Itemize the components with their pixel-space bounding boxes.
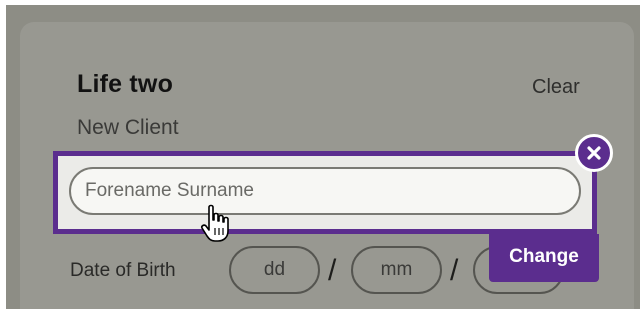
- change-button[interactable]: Change: [489, 234, 599, 282]
- close-icon: [587, 146, 601, 160]
- name-input[interactable]: [69, 167, 581, 215]
- dob-label: Date of Birth: [70, 260, 176, 281]
- dob-day-field[interactable]: dd: [229, 246, 320, 294]
- hand-pointer-icon: [201, 204, 229, 242]
- dob-month-field[interactable]: mm: [351, 246, 442, 294]
- clear-link[interactable]: Clear: [532, 76, 580, 99]
- name-edit-popup: [53, 151, 597, 234]
- card-title: Life two: [77, 70, 174, 98]
- close-popup-button[interactable]: [575, 134, 613, 172]
- client-status: New Client: [77, 116, 179, 139]
- dob-separator: /: [328, 254, 337, 287]
- dob-separator: /: [450, 254, 459, 287]
- screen: Life two New Client Clear Date of Birth …: [0, 0, 640, 309]
